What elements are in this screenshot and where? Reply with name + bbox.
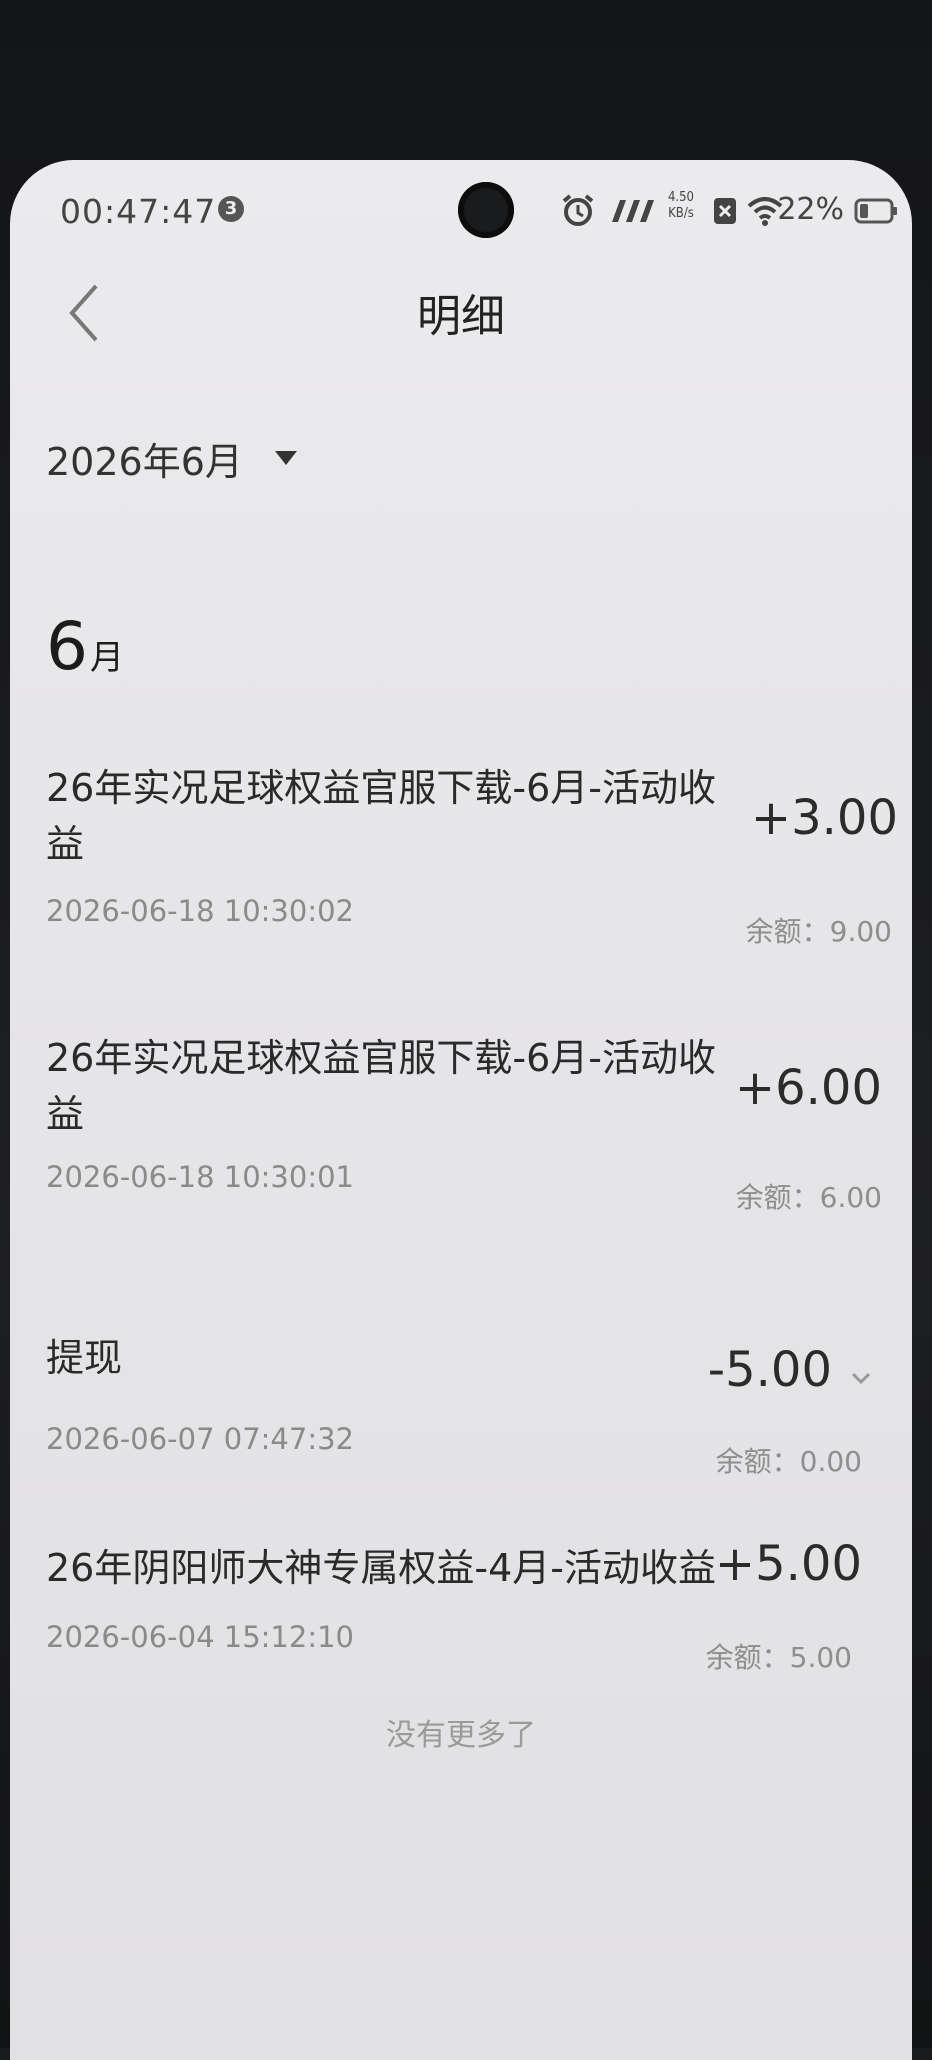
section-month-number: 6 <box>46 608 88 685</box>
app-screen: 00:47:47 3 4.50 KB/s 22% 明细 2026年6月 6月 2… <box>10 160 912 2060</box>
no-more-label: 没有更多了 <box>386 1718 536 1753</box>
transaction-row[interactable]: 26年实况足球权益官服下载-6月-活动收 益 +6.00 2026-06-18 … <box>10 1036 912 1240</box>
transaction-title-line2: 益 <box>46 1092 85 1136</box>
transaction-title: 26年实况足球权益官服下载-6月-活动收 益 <box>46 1030 716 1142</box>
transaction-amount: +6.00 <box>734 1060 882 1116</box>
signal-icon <box>612 200 654 222</box>
transaction-title: 26年阴阳师大神专属权益-4月-活动收益 <box>46 1546 716 1590</box>
month-picker-label: 2026年6月 <box>46 439 243 484</box>
page-title: 明细 <box>417 291 505 342</box>
phone-frame: 00:47:47 3 4.50 KB/s 22% 明细 2026年6月 6月 2… <box>0 0 932 2060</box>
chevron-down-icon[interactable] <box>850 1370 872 1386</box>
network-speed-value: 4.50 <box>667 190 695 205</box>
transaction-amount: +5.00 <box>714 1536 862 1592</box>
front-camera <box>458 182 514 238</box>
section-month-heading: 6月 <box>46 608 124 685</box>
transaction-title-line1: 26年实况足球权益官服下载-6月-活动收 <box>46 766 716 810</box>
transaction-title-line1: 26年实况足球权益官服下载-6月-活动收 <box>46 1036 716 1080</box>
battery-percentage: 22% <box>777 192 844 227</box>
battery-icon <box>854 198 897 224</box>
section-month-unit: 月 <box>90 638 124 678</box>
transaction-title: 26年实况足球权益官服下载-6月-活动收 益 <box>46 760 716 872</box>
transaction-row[interactable]: 提现 -5.00 2026-06-07 07:47:32 余额：0.00 <box>10 1330 912 1480</box>
caret-down-icon <box>274 451 297 465</box>
transaction-balance: 余额：5.00 <box>705 1641 852 1674</box>
transaction-row[interactable]: 26年实况足球权益官服下载-6月-活动收 益 +3.00 2026-06-18 … <box>10 766 912 970</box>
transaction-title: 提现 <box>46 1336 123 1380</box>
transaction-balance: 余额：6.00 <box>735 1181 882 1214</box>
network-speed: 4.50 KB/s <box>662 190 700 222</box>
transaction-amount: -5.00 <box>707 1342 832 1398</box>
transaction-balance: 余额：0.00 <box>715 1445 862 1478</box>
status-time: 00:47:47 <box>60 192 217 231</box>
transaction-balance: 余额：9.00 <box>745 915 892 948</box>
month-picker[interactable]: 2026年6月 <box>46 428 299 488</box>
transaction-amount: +3.00 <box>750 790 898 846</box>
transaction-datetime: 2026-06-07 07:47:32 <box>46 1422 354 1456</box>
transaction-datetime: 2026-06-18 10:30:01 <box>46 1160 354 1194</box>
transaction-datetime: 2026-06-18 10:30:02 <box>46 894 354 928</box>
alarm-icon <box>562 194 594 226</box>
network-speed-unit: KB/s <box>668 206 694 221</box>
transaction-row[interactable]: 26年阴阳师大神专属权益-4月-活动收益 +5.00 2026-06-04 15… <box>10 1536 912 1680</box>
transaction-title-line2: 益 <box>46 822 85 866</box>
transaction-datetime: 2026-06-04 15:12:10 <box>46 1620 354 1654</box>
sim-card-icon <box>714 198 736 224</box>
notification-badge: 3 <box>218 196 244 222</box>
